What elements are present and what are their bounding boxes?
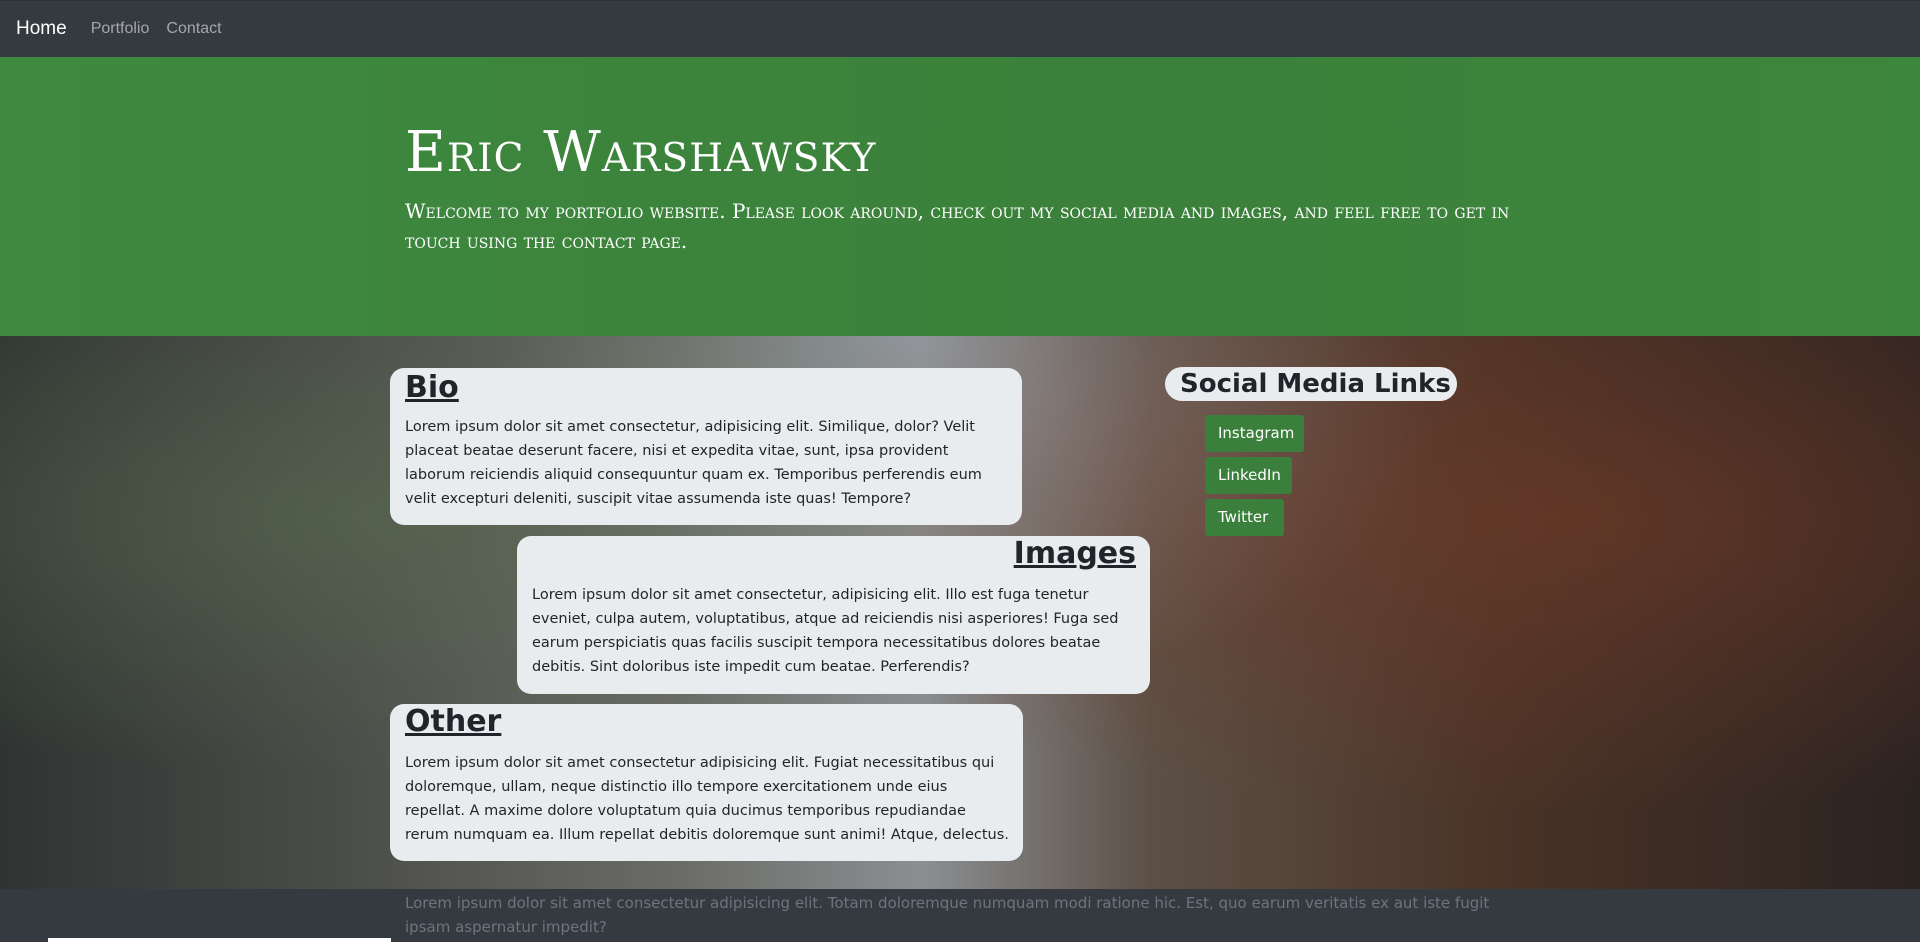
other-text: Lorem ipsum dolor sit amet consectetur a… [405, 755, 1009, 843]
hero-banner: Eric Warshawsky Welcome to my portfolio … [0, 57, 1920, 336]
images-card: Images Lorem ipsum dolor sit amet consec… [517, 536, 1150, 694]
hero-subtitle: Welcome to my portfolio website. Please … [405, 199, 1510, 253]
bio-card: Bio Lorem ipsum dolor sit amet consectet… [390, 368, 1022, 525]
nav-contact-link[interactable]: Contact [166, 20, 221, 38]
footer-text: Lorem ipsum dolor sit amet consectetur a… [405, 894, 1490, 936]
other-card: Other Lorem ipsum dolor sit amet consect… [390, 704, 1023, 861]
nav-portfolio-link[interactable]: Portfolio [91, 20, 150, 38]
navbar: Home Portfolio Contact [0, 0, 1920, 57]
footer: Lorem ipsum dolor sit amet consectetur a… [0, 889, 1920, 942]
images-text: Lorem ipsum dolor sit amet consectetur, … [532, 587, 1119, 675]
other-heading: Other [405, 704, 502, 739]
nav-home-link[interactable]: Home [16, 18, 67, 40]
bio-heading: Bio [405, 370, 459, 405]
instagram-button[interactable]: Instagram [1205, 415, 1304, 452]
twitter-button[interactable]: Twitter [1205, 499, 1284, 536]
page-title: Eric Warshawsky [405, 120, 877, 185]
linkedin-button[interactable]: LinkedIn [1205, 457, 1292, 494]
social-media-title: Social Media Links [1165, 367, 1457, 401]
bio-text: Lorem ipsum dolor sit amet consectetur, … [405, 419, 982, 507]
images-heading: Images [1013, 536, 1136, 571]
footer-divider [48, 938, 391, 942]
